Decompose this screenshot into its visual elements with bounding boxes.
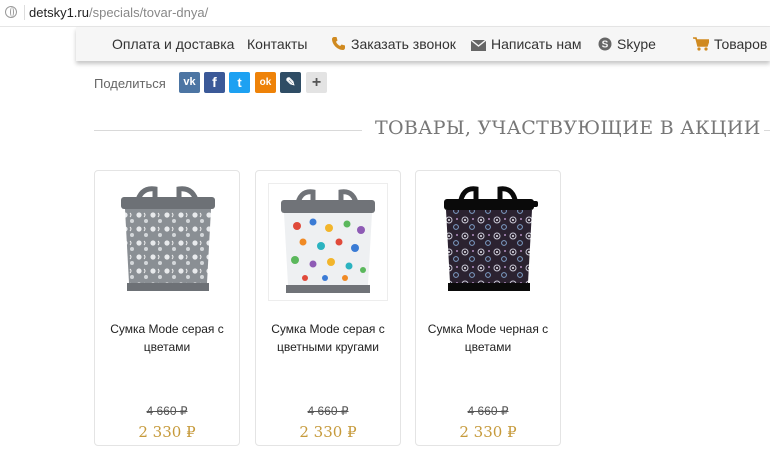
cart-icon <box>693 37 711 54</box>
top-navbar: Оплата и доставка Контакты Заказать звон… <box>76 27 770 61</box>
old-price: 4 660 ₽ <box>307 404 349 418</box>
new-price: 2 330 ₽ <box>459 423 517 441</box>
svg-text:S: S <box>602 40 609 51</box>
product-card[interactable]: Сумка Mode черная с цветами 4 660 ₽ 2 33… <box>415 170 561 446</box>
section-title: ТОВАРЫ, УЧАСТВУЮЩИЕ В АКЦИИ <box>375 117 761 139</box>
nav-call-label: Заказать звонок <box>351 36 456 52</box>
new-price: 2 330 ₽ <box>138 423 196 441</box>
share-label: Поделиться <box>94 76 166 91</box>
nav-contacts-link[interactable]: Контакты <box>247 36 307 52</box>
nav-cart-link[interactable]: Товаров <box>693 36 767 54</box>
vk-share-button[interactable]: vk <box>179 72 200 93</box>
nav-skype-link[interactable]: S Skype <box>598 36 656 54</box>
envelope-icon <box>470 38 487 54</box>
more-share-button[interactable]: + <box>306 72 327 93</box>
divider <box>24 5 25 20</box>
nav-call-link[interactable]: Заказать звонок <box>331 36 456 54</box>
url-domain: detsky1.ru <box>29 5 89 20</box>
twitter-share-button[interactable]: t <box>229 72 250 93</box>
nav-write-label: Написать нам <box>491 36 582 52</box>
new-price: 2 330 ₽ <box>299 423 357 441</box>
phone-icon <box>331 36 346 54</box>
product-image[interactable] <box>428 183 548 301</box>
facebook-share-button[interactable]: f <box>204 72 225 93</box>
odnoklassniki-share-button[interactable]: ok <box>255 72 276 93</box>
product-card[interactable]: Сумка Mode серая с цветами 4 660 ₽ 2 330… <box>94 170 240 446</box>
product-image[interactable] <box>268 183 388 301</box>
section-divider-right <box>764 130 770 131</box>
product-card[interactable]: Сумка Mode серая с цветными кругами 4 66… <box>255 170 401 446</box>
skype-icon: S <box>598 37 612 54</box>
nav-write-link[interactable]: Написать нам <box>470 36 582 54</box>
livejournal-share-button[interactable]: ✎ <box>280 72 301 93</box>
nav-cart-label: Товаров <box>714 36 768 52</box>
nav-delivery-link[interactable]: Оплата и доставка <box>112 36 234 52</box>
product-image[interactable] <box>107 183 227 301</box>
old-price: 4 660 ₽ <box>146 404 188 418</box>
address-bar[interactable]: detsky1.ru/specials/tovar-dnya/ <box>0 0 770 27</box>
product-name[interactable]: Сумка Mode черная с цветами <box>422 320 554 356</box>
product-name[interactable]: Сумка Mode серая с цветами <box>101 320 233 356</box>
section-divider-left <box>94 130 362 131</box>
url-path: /specials/tovar-dnya/ <box>88 5 209 20</box>
product-name[interactable]: Сумка Mode серая с цветными кругами <box>262 320 394 356</box>
old-price: 4 660 ₽ <box>467 404 509 418</box>
nav-skype-label: Skype <box>617 36 656 52</box>
url-text[interactable]: detsky1.ru/specials/tovar-dnya/ <box>29 5 208 20</box>
globe-icon <box>5 6 17 18</box>
